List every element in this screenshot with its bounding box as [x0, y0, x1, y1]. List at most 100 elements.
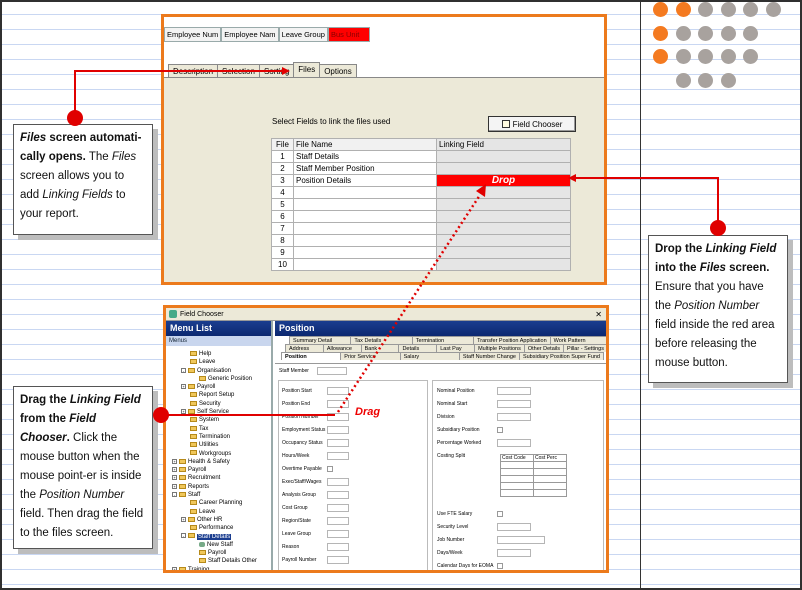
tree-item[interactable]: - Staff Details [166, 533, 271, 541]
table-row[interactable]: 3 Position Details Drop [271, 174, 571, 187]
linking-field-cell[interactable] [436, 210, 571, 223]
form-field[interactable] [327, 517, 349, 525]
tree-item[interactable]: Workgroups [166, 450, 271, 458]
position-tab[interactable]: Details [398, 344, 438, 352]
file-name-cell[interactable] [293, 186, 437, 199]
linking-field-cell[interactable] [436, 150, 571, 163]
position-tab[interactable]: Allowance [322, 344, 362, 352]
tree-item[interactable]: Termination [166, 433, 271, 441]
position-tab[interactable]: Subsidiary Position Super Fund [518, 352, 604, 360]
form-field[interactable] [497, 439, 531, 447]
file-name-cell[interactable]: Staff Details [293, 150, 437, 163]
form-field[interactable] [497, 549, 531, 557]
position-tab[interactable]: Transfer Position Application [473, 336, 551, 344]
position-tab[interactable]: Pillar - Settings [562, 344, 606, 352]
cost-cell[interactable] [533, 468, 567, 476]
expand-icon[interactable]: + [172, 458, 177, 464]
cost-cell[interactable] [533, 482, 567, 490]
tree-item[interactable]: Career Planning [166, 499, 271, 507]
position-tab[interactable]: Other Details [523, 344, 564, 352]
tree-item[interactable]: + Health & Safety [166, 458, 271, 466]
position-tab[interactable]: Tax Details [350, 336, 413, 344]
file-name-cell[interactable] [293, 258, 437, 271]
cost-cell[interactable] [500, 475, 534, 483]
tree-item[interactable]: New Staff [166, 541, 271, 549]
file-name-cell[interactable] [293, 198, 437, 211]
form-field[interactable] [327, 400, 349, 408]
form-field[interactable] [327, 543, 349, 551]
table-row[interactable]: 5 [271, 198, 571, 211]
collapse-icon[interactable]: - [181, 367, 186, 373]
linking-field-cell[interactable] [436, 222, 571, 235]
position-tab[interactable]: Summary Detail [289, 336, 352, 344]
form-field[interactable] [327, 491, 349, 499]
file-name-cell[interactable]: Staff Member Position [293, 162, 437, 175]
cost-cell[interactable] [500, 489, 534, 497]
collapse-icon[interactable]: - [172, 491, 177, 497]
tab-files[interactable]: Files [293, 62, 321, 78]
collapse-icon[interactable]: - [181, 533, 186, 539]
table-row[interactable]: 2 Staff Member Position [271, 162, 571, 175]
tree-item[interactable]: - Organisation [166, 367, 271, 375]
form-checkbox[interactable] [497, 563, 503, 569]
file-name-cell[interactable]: Position Details [293, 174, 437, 187]
tree-item[interactable]: Report Setup [166, 391, 271, 399]
form-field[interactable] [327, 530, 349, 538]
form-checkbox[interactable] [497, 511, 503, 517]
tree-item[interactable]: - Staff [166, 491, 271, 499]
cost-cell[interactable] [500, 461, 534, 469]
tree-item[interactable]: System [166, 416, 271, 424]
expand-icon[interactable]: + [172, 483, 177, 489]
table-row[interactable]: 10 [271, 258, 571, 271]
form-field[interactable] [327, 439, 349, 447]
expand-icon[interactable]: + [181, 409, 186, 414]
form-field[interactable] [327, 556, 349, 564]
tree-item[interactable]: Help [166, 350, 271, 358]
field-chooser-button[interactable]: Field Chooser [488, 116, 576, 132]
form-field[interactable] [497, 536, 545, 544]
form-field[interactable] [327, 387, 349, 395]
tree-item[interactable]: + Payroll [166, 466, 271, 474]
linking-field-drop-target[interactable]: Drop [436, 174, 571, 187]
column-employee-name[interactable]: Employee Nam [221, 27, 279, 42]
form-checkbox[interactable] [497, 427, 503, 433]
table-row[interactable]: 4 [271, 186, 571, 199]
form-field[interactable] [327, 452, 349, 460]
position-number-field[interactable] [327, 413, 349, 421]
staff-member-field[interactable] [317, 367, 347, 375]
column-bus-unit[interactable]: Bus Unit [327, 27, 370, 42]
column-leave-group[interactable]: Leave Group [278, 27, 328, 42]
tree-item[interactable]: + Self Service [166, 408, 271, 416]
form-field[interactable] [327, 504, 349, 512]
tree-item[interactable]: Leave [166, 508, 271, 516]
column-employee-num[interactable]: Employee Num [164, 27, 222, 42]
table-row[interactable]: 6 [271, 210, 571, 223]
tree-item[interactable]: + Payroll [166, 383, 271, 391]
position-tab[interactable]: Work Pattern [549, 336, 606, 344]
position-tab[interactable]: Last Pay [436, 344, 476, 352]
position-tab[interactable]: Staff Number Change [458, 352, 520, 360]
expand-icon[interactable]: + [172, 467, 177, 473]
table-row[interactable]: 8 [271, 234, 571, 247]
tree-item[interactable]: Leave [166, 358, 271, 366]
tree-item[interactable]: + Training [166, 566, 271, 570]
file-name-cell[interactable] [293, 222, 437, 235]
linking-field-cell[interactable] [436, 198, 571, 211]
linking-field-cell[interactable] [436, 234, 571, 247]
cost-cell[interactable] [533, 475, 567, 483]
tree-item[interactable]: Staff Details Other [166, 557, 271, 565]
form-field[interactable] [327, 426, 349, 434]
form-field[interactable] [497, 400, 531, 408]
cost-cell[interactable] [500, 468, 534, 476]
expand-icon[interactable]: + [172, 566, 177, 570]
expand-icon[interactable]: + [181, 384, 186, 390]
position-tab[interactable]: Bank [360, 344, 400, 352]
file-name-cell[interactable] [293, 210, 437, 223]
form-field[interactable] [497, 523, 531, 531]
linking-field-cell[interactable] [436, 246, 571, 259]
table-row[interactable]: 9 [271, 246, 571, 259]
tree-item[interactable]: Performance [166, 524, 271, 532]
position-tab[interactable]: Prior Service [340, 352, 401, 360]
cost-cell[interactable] [533, 489, 567, 497]
form-field[interactable] [497, 387, 531, 395]
